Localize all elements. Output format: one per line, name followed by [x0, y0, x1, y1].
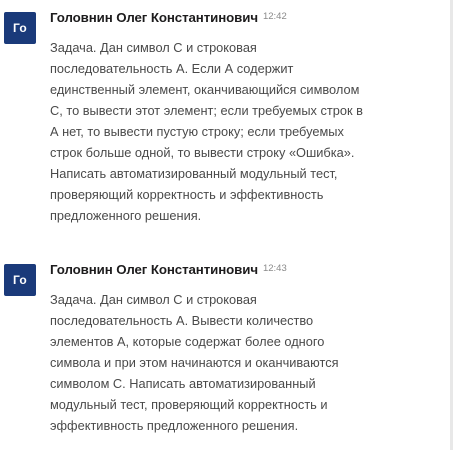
message-text-line: Задача. Дан символ С и строковая [50, 40, 257, 55]
chat-message-list: Го Головнин Олег Константинович 12:42 Зад… [0, 0, 453, 450]
message-text-line: модульный тест, проверяющий корректность… [50, 397, 328, 412]
message-text-line: Задача. Дан символ С и строковая [50, 292, 257, 307]
message-text-line: последовательность А. Если А содержит [50, 61, 294, 76]
message-text-line: символом С. Написать автоматизированный [50, 376, 316, 391]
author-name[interactable]: Головнин Олег Константинович [50, 262, 258, 277]
message-timestamp[interactable]: 12:42 [263, 11, 287, 22]
message-text: Задача. Дан символ С и строковая последо… [50, 289, 450, 436]
avatar[interactable]: Го [4, 12, 36, 44]
message-text-line: эффективность предложенного решения. [50, 418, 299, 433]
author-name[interactable]: Головнин Олег Константинович [50, 10, 258, 25]
message-text-line: строк больше одной, то вывести строку «О… [50, 145, 355, 160]
message-text-line: единственный элемент, оканчивающийся сим… [50, 82, 360, 97]
message-header: Головнин Олег Константинович 12:42 [50, 9, 287, 27]
message-text-line: символа и при этом начинаются и оканчива… [50, 355, 339, 370]
avatar[interactable]: Го [4, 264, 36, 296]
message-text-line: Написать автоматизированный модульный те… [50, 166, 338, 181]
message-text-line: проверяющий корректность и эффективность [50, 187, 324, 202]
message-text-line: элементов А, которые содержат более одно… [50, 334, 325, 349]
message-text-line: последовательность А. Вывести количество [50, 313, 314, 328]
message-text-line: предложенного решения. [50, 208, 202, 223]
message-text: Задача. Дан символ С и строковая последо… [50, 37, 450, 226]
message-text-line: С, то вывести этот элемент; если требуем… [50, 103, 363, 118]
message-header: Головнин Олег Константинович 12:43 [50, 261, 287, 279]
message-timestamp[interactable]: 12:43 [263, 263, 287, 274]
message-text-line: А нет, то вывести пустую строку; если тр… [50, 124, 344, 139]
